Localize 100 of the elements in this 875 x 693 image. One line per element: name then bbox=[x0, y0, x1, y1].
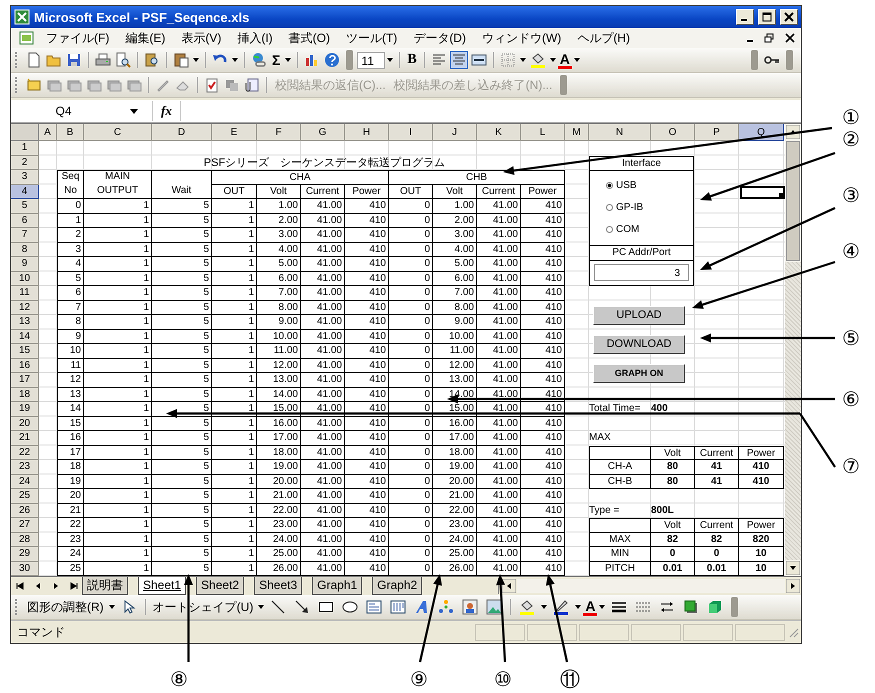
column-header[interactable]: L bbox=[521, 124, 565, 141]
workbook-icon[interactable] bbox=[19, 30, 35, 46]
fill-color-icon[interactable] bbox=[530, 52, 546, 68]
rectangle-icon[interactable] bbox=[318, 599, 334, 615]
column-header[interactable]: N bbox=[589, 124, 651, 141]
column-header[interactable]: K bbox=[477, 124, 521, 141]
row-header[interactable]: 10 bbox=[11, 272, 39, 286]
print-preview-icon[interactable] bbox=[115, 52, 131, 68]
research-icon[interactable] bbox=[144, 52, 160, 68]
menu-item[interactable]: データ(D) bbox=[406, 30, 473, 46]
column-header[interactable]: A bbox=[39, 124, 57, 141]
row-header[interactable]: 11 bbox=[11, 286, 39, 300]
row-header[interactable]: 15 bbox=[11, 344, 39, 358]
menu-item[interactable]: ツール(T) bbox=[338, 30, 404, 46]
name-box[interactable]: Q4 bbox=[11, 104, 116, 118]
vertical-scrollbar[interactable] bbox=[785, 124, 801, 576]
row-header[interactable]: 12 bbox=[11, 300, 39, 315]
row-header[interactable]: 8 bbox=[11, 242, 39, 257]
caret-icon[interactable] bbox=[599, 605, 606, 609]
row-header[interactable]: 27 bbox=[11, 518, 39, 532]
printer-icon[interactable] bbox=[95, 52, 111, 68]
sheet-tab[interactable]: Sheet3 bbox=[254, 577, 302, 595]
clip-art-icon[interactable] bbox=[462, 599, 478, 615]
insert-function-button[interactable]: fx bbox=[152, 101, 180, 121]
action-button[interactable]: GRAPH ON bbox=[593, 364, 685, 382]
minimize-button[interactable] bbox=[736, 9, 754, 25]
row-header[interactable]: 28 bbox=[11, 532, 39, 547]
menu-item[interactable]: ウィンドウ(W) bbox=[474, 30, 568, 46]
clipboard-check-icon[interactable] bbox=[204, 77, 220, 93]
row-header[interactable]: 1 bbox=[11, 141, 39, 156]
menu-item[interactable]: 表示(V) bbox=[174, 30, 228, 46]
column-header[interactable]: D bbox=[152, 124, 212, 141]
maximize-button[interactable] bbox=[758, 9, 776, 25]
text-box-icon[interactable] bbox=[366, 599, 382, 615]
merge-center-icon[interactable] bbox=[470, 52, 487, 68]
cube-icon[interactable] bbox=[707, 599, 724, 615]
fill-color-icon[interactable] bbox=[519, 599, 536, 615]
menu-item[interactable]: ヘルプ(H) bbox=[570, 30, 637, 46]
caret-icon[interactable] bbox=[550, 58, 556, 62]
shadow-icon[interactable] bbox=[683, 599, 700, 615]
sheet-tab[interactable]: Sheet2 bbox=[196, 577, 244, 595]
line-icon[interactable] bbox=[270, 599, 286, 615]
row-header[interactable]: 23 bbox=[11, 460, 39, 474]
paste-icon[interactable] bbox=[173, 52, 189, 68]
draw-menu-button[interactable]: 図形の調整(R) bbox=[24, 598, 107, 616]
row-header[interactable]: 5 bbox=[11, 199, 39, 214]
radio-button[interactable] bbox=[606, 204, 613, 212]
menu-item[interactable]: 書式(O) bbox=[282, 30, 337, 46]
column-header[interactable]: P bbox=[695, 124, 739, 141]
column-header[interactable]: G bbox=[301, 124, 345, 141]
vertical-text-box-icon[interactable] bbox=[390, 599, 406, 615]
line-color-icon[interactable] bbox=[553, 599, 570, 615]
action-button[interactable]: UPLOAD bbox=[593, 306, 685, 324]
row-header[interactable]: 22 bbox=[11, 446, 39, 460]
column-header[interactable]: F bbox=[257, 124, 301, 141]
caret-icon[interactable] bbox=[193, 58, 199, 62]
column-header[interactable]: C bbox=[84, 124, 152, 141]
row-header[interactable]: 30 bbox=[11, 562, 39, 576]
toolbar-grip[interactable] bbox=[15, 599, 19, 615]
row-header[interactable]: 9 bbox=[11, 257, 39, 272]
row-header[interactable]: 20 bbox=[11, 416, 39, 431]
row-header[interactable]: 4 bbox=[11, 184, 39, 199]
caret-icon[interactable] bbox=[285, 58, 292, 62]
close-button[interactable] bbox=[780, 9, 798, 25]
scroll-right-icon[interactable] bbox=[786, 579, 800, 593]
align-center-icon[interactable] bbox=[450, 52, 467, 68]
oval-icon[interactable] bbox=[342, 599, 358, 615]
column-header[interactable]: B bbox=[57, 124, 84, 141]
row-header[interactable]: 6 bbox=[11, 214, 39, 228]
row-header[interactable]: 3 bbox=[11, 170, 39, 184]
caret-icon[interactable] bbox=[258, 605, 264, 609]
radio-button[interactable] bbox=[606, 182, 613, 190]
row-header[interactable]: 26 bbox=[11, 504, 39, 518]
row-header[interactable]: 21 bbox=[11, 431, 39, 446]
toolbar-grip[interactable] bbox=[15, 77, 19, 93]
toolbar-grip[interactable] bbox=[15, 52, 19, 68]
sheet-tab[interactable]: Graph1 bbox=[312, 577, 362, 595]
row-header[interactable]: 17 bbox=[11, 373, 39, 388]
picture-icon[interactable] bbox=[486, 599, 502, 615]
hyperlink-icon[interactable] bbox=[251, 52, 267, 68]
row-header[interactable]: 7 bbox=[11, 228, 39, 242]
help-icon[interactable] bbox=[324, 52, 340, 68]
row-header[interactable]: 14 bbox=[11, 330, 39, 344]
scroll-down-icon[interactable] bbox=[786, 561, 800, 575]
row-header[interactable]: 19 bbox=[11, 402, 39, 416]
font-color-button[interactable]: A bbox=[558, 52, 572, 68]
row-header[interactable]: 25 bbox=[11, 489, 39, 504]
sheet-tab[interactable]: 説明書 bbox=[82, 577, 128, 595]
close-icon[interactable] bbox=[785, 33, 795, 43]
selected-cell[interactable] bbox=[740, 186, 785, 199]
new-document-icon[interactable] bbox=[26, 52, 42, 68]
resize-grip-icon[interactable] bbox=[787, 626, 799, 638]
attachment-icon[interactable] bbox=[244, 77, 260, 93]
caret-icon[interactable] bbox=[574, 58, 580, 62]
column-header[interactable]: M bbox=[565, 124, 589, 141]
row-header[interactable]: 29 bbox=[11, 547, 39, 562]
caret-icon[interactable] bbox=[108, 605, 115, 609]
caret-icon[interactable] bbox=[232, 58, 238, 62]
caret-icon[interactable] bbox=[130, 108, 138, 114]
column-header[interactable]: O bbox=[651, 124, 695, 141]
